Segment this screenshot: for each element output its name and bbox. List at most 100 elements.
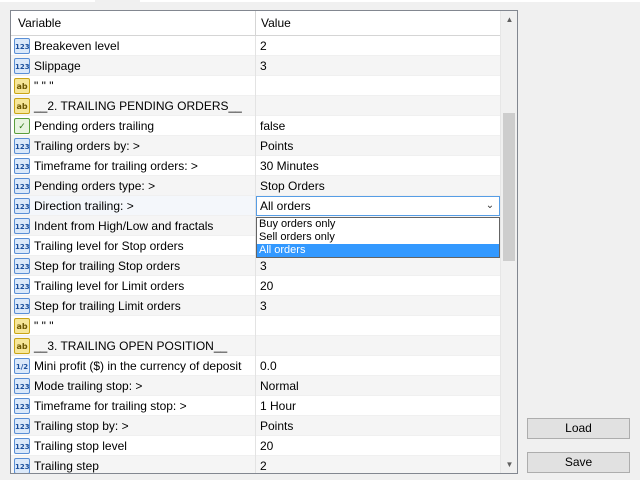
variable-cell: 123 Trailing level for Limit orders — [11, 276, 256, 296]
double-type-icon: 1/2 — [14, 358, 30, 374]
variable-name: Mini profit ($) in the currency of depos… — [34, 359, 242, 373]
variable-cell: 123 Trailing step — [11, 456, 256, 473]
variable-name: Slippage — [34, 59, 81, 73]
table-row[interactable]: 123 Breakeven level 2 — [11, 36, 500, 56]
variable-name: Indent from High/Low and fractals — [34, 219, 214, 233]
variable-name: Pending orders trailing — [34, 119, 155, 133]
chevron-down-icon[interactable]: ⌄ — [484, 198, 496, 214]
table-row[interactable]: 1/2 Mini profit ($) in the currency of de… — [11, 356, 500, 376]
variable-cell: 123 Pending orders type: > — [11, 176, 256, 196]
table-row[interactable]: ab __2. TRAILING PENDING ORDERS__ — [11, 96, 500, 116]
direction-trailing-select[interactable]: All orders ⌄ — [256, 196, 500, 216]
integer-type-icon: 123 — [14, 58, 30, 74]
variable-name: Trailing stop by: > — [34, 419, 129, 433]
table-row[interactable]: 123 Pending orders type: > Stop Orders — [11, 176, 500, 196]
variable-name: Trailing step — [34, 459, 99, 473]
vertical-scrollbar[interactable]: ▲ ▼ — [500, 11, 517, 473]
table-row[interactable]: 123 Trailing orders by: > Points — [11, 136, 500, 156]
dropdown-option[interactable]: Buy orders only — [257, 218, 499, 231]
table-row[interactable]: ab __3. TRAILING OPEN POSITION__ — [11, 336, 500, 356]
variable-name: Mode trailing stop: > — [34, 379, 143, 393]
bool-type-icon: ✓ — [14, 118, 30, 134]
value-cell[interactable]: 20 — [256, 276, 500, 296]
integer-type-icon: 123 — [14, 458, 30, 473]
dropdown-option[interactable]: All orders — [257, 244, 499, 257]
variable-name: Timeframe for trailing orders: > — [34, 159, 198, 173]
value-cell[interactable]: 3 — [256, 56, 500, 76]
table-row[interactable]: 123 Slippage 3 — [11, 56, 500, 76]
table-row[interactable]: 123 Trailing stop by: > Points — [11, 416, 500, 436]
scroll-up-icon[interactable]: ▲ — [501, 11, 517, 28]
variable-name: Pending orders type: > — [34, 179, 156, 193]
value-cell[interactable]: 2 — [256, 456, 500, 473]
table-row[interactable]: 123 Timeframe for trailing stop: > 1 Hour — [11, 396, 500, 416]
value-cell[interactable] — [256, 96, 500, 116]
integer-type-icon: 123 — [14, 298, 30, 314]
table-row[interactable]: ✓ Pending orders trailing false — [11, 116, 500, 136]
table-header: Variable Value — [11, 11, 500, 36]
scrollbar-thumb[interactable] — [503, 113, 515, 261]
string-type-icon: ab — [14, 78, 30, 94]
dropdown-option[interactable]: Sell orders only — [257, 231, 499, 244]
string-type-icon: ab — [14, 338, 30, 354]
value-cell[interactable]: Points — [256, 416, 500, 436]
integer-type-icon: 123 — [14, 38, 30, 54]
table-row[interactable]: 123 Trailing stop level 20 — [11, 436, 500, 456]
value-cell[interactable]: 3 — [256, 296, 500, 316]
variable-name: __3. TRAILING OPEN POSITION__ — [34, 339, 228, 353]
table-row[interactable]: 123 Step for trailing Limit orders 3 — [11, 296, 500, 316]
value-cell[interactable]: Normal — [256, 376, 500, 396]
table-row[interactable]: 123 Step for trailing Stop orders 3 — [11, 256, 500, 276]
column-header-variable[interactable]: Variable — [11, 11, 256, 35]
integer-type-icon: 123 — [14, 418, 30, 434]
load-button[interactable]: Load — [527, 418, 630, 439]
value-cell[interactable]: 0.0 — [256, 356, 500, 376]
variable-name: Step for trailing Limit orders — [34, 299, 181, 313]
integer-type-icon: 123 — [14, 438, 30, 454]
value-cell[interactable] — [256, 76, 500, 96]
value-cell[interactable]: 3 — [256, 256, 500, 276]
variable-name: Breakeven level — [34, 39, 120, 53]
integer-type-icon: 123 — [14, 398, 30, 414]
variable-name: Trailing orders by: > — [34, 139, 140, 153]
value-cell[interactable]: 2 — [256, 36, 500, 56]
value-cell[interactable]: Stop Orders — [256, 176, 500, 196]
variable-cell: ab " " " — [11, 76, 256, 96]
table-row[interactable]: 123 Trailing step 2 — [11, 456, 500, 473]
variable-cell: 123 Timeframe for trailing stop: > — [11, 396, 256, 416]
variable-name: Trailing stop level — [34, 439, 127, 453]
variable-name: Step for trailing Stop orders — [34, 259, 181, 273]
variable-cell: ab __3. TRAILING OPEN POSITION__ — [11, 336, 256, 356]
variable-cell: 123 Step for trailing Stop orders — [11, 256, 256, 276]
tab-edge-left — [0, 0, 95, 2]
variable-cell: ab __2. TRAILING PENDING ORDERS__ — [11, 96, 256, 116]
variable-cell: 123 Direction trailing: > — [11, 196, 256, 216]
variable-cell: 123 Trailing orders by: > — [11, 136, 256, 156]
table-row[interactable]: 123 Mode trailing stop: > Normal — [11, 376, 500, 396]
variable-cell: ab " " " — [11, 316, 256, 336]
value-cell[interactable]: 20 — [256, 436, 500, 456]
table-row[interactable]: 123 Timeframe for trailing orders: > 30 Mi… — [11, 156, 500, 176]
table-row[interactable]: 123 Trailing level for Limit orders 20 — [11, 276, 500, 296]
variable-name: Timeframe for trailing stop: > — [34, 399, 187, 413]
value-cell[interactable]: 1 Hour — [256, 396, 500, 416]
integer-type-icon: 123 — [14, 198, 30, 214]
save-button[interactable]: Save — [527, 452, 630, 473]
table-row[interactable]: 123 Direction trailing: > All orders ⌄ — [11, 196, 500, 216]
variable-name: Trailing level for Limit orders — [34, 279, 185, 293]
value-cell[interactable]: Points — [256, 136, 500, 156]
value-cell[interactable]: 30 Minutes — [256, 156, 500, 176]
value-cell[interactable] — [256, 316, 500, 336]
table-row[interactable]: ab " " " — [11, 316, 500, 336]
variable-name: __2. TRAILING PENDING ORDERS__ — [34, 99, 242, 113]
value-cell[interactable]: false — [256, 116, 500, 136]
column-header-value[interactable]: Value — [256, 11, 500, 35]
table-row[interactable]: ab " " " — [11, 76, 500, 96]
variable-cell: 123 Step for trailing Limit orders — [11, 296, 256, 316]
scroll-down-icon[interactable]: ▼ — [501, 456, 517, 473]
integer-type-icon: 123 — [14, 218, 30, 234]
integer-type-icon: 123 — [14, 138, 30, 154]
value-cell[interactable] — [256, 336, 500, 356]
integer-type-icon: 123 — [14, 238, 30, 254]
tab-edge-right — [140, 0, 640, 2]
